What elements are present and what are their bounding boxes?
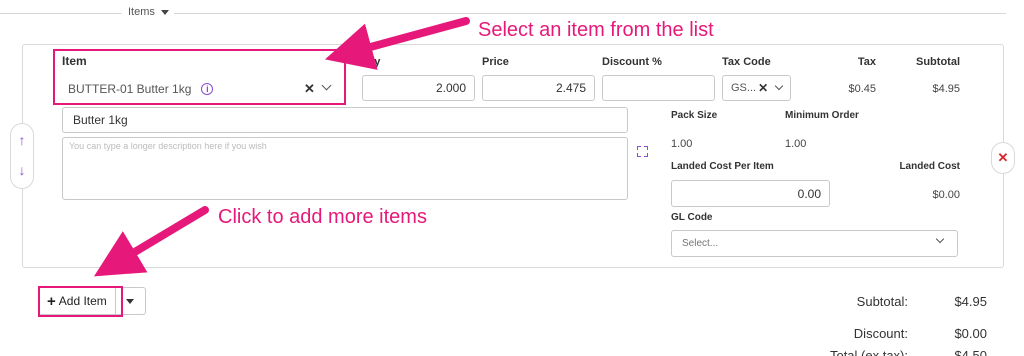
pack-size-value: 1.00 [671, 138, 693, 150]
gl-code-placeholder: Select... [682, 238, 719, 249]
minimum-order-label: Minimum Order [785, 110, 859, 121]
qty-input[interactable]: 2.000 [362, 75, 475, 101]
close-icon: ✕ [997, 150, 1009, 165]
section-divider-left [0, 13, 122, 14]
expand-icon[interactable] [637, 146, 648, 157]
subtotal-value: $4.95 [932, 83, 960, 95]
caret-down-icon [160, 9, 169, 15]
arrow-down-icon[interactable]: ↓ [11, 162, 33, 178]
landed-cost-per-item-input[interactable]: 0.00 [671, 180, 830, 207]
tax-code-column-label: Tax Code [722, 56, 771, 68]
landed-cost-value: $0.00 [932, 189, 960, 201]
chevron-down-icon[interactable] [935, 234, 945, 244]
add-item-highlight-box [38, 286, 123, 317]
totals-total-label: Total (ex tax): [829, 348, 908, 356]
subtotal-column-label: Subtotal [916, 56, 960, 68]
totals-total-value: $4.50 [954, 348, 987, 356]
totals-discount-label: Discount: [853, 326, 908, 341]
totals-subtotal-label: Subtotal: [856, 294, 908, 309]
caret-down-icon [126, 298, 135, 304]
section-divider-right [174, 13, 1006, 14]
minimum-order-value: 1.00 [785, 138, 807, 150]
landed-cost-label: Landed Cost [899, 161, 960, 172]
chevron-down-icon[interactable] [774, 81, 784, 91]
remove-line-button[interactable]: ✕ [991, 142, 1015, 174]
reorder-buttons: ↑ ↓ [10, 123, 34, 189]
qty-column-label: Qty [362, 56, 381, 68]
item-highlight-box [53, 49, 346, 105]
tax-column-label: Tax [857, 56, 876, 68]
pack-size-label: Pack Size [671, 110, 718, 121]
tax-value: $0.45 [848, 83, 876, 95]
price-input[interactable]: 2.475 [482, 75, 595, 101]
price-column-label: Price [482, 56, 509, 68]
tax-code-select[interactable]: GS... ✕ [722, 75, 791, 101]
totals-discount-value: $0.00 [954, 326, 987, 341]
description-input[interactable]: Butter 1kg [62, 107, 628, 133]
discount-column-label: Discount % [602, 56, 662, 68]
gl-code-select[interactable]: Select... [671, 230, 958, 257]
clear-tax-code-icon[interactable]: ✕ [758, 81, 768, 95]
items-section-toggle[interactable]: Items [128, 6, 169, 18]
section-title: Items [128, 6, 155, 18]
totals-subtotal-value: $4.95 [954, 294, 987, 309]
gl-code-label: GL Code [671, 212, 713, 223]
arrow-up-icon[interactable]: ↑ [11, 132, 33, 148]
select-item-annotation: Select an item from the list [478, 19, 714, 41]
discount-input[interactable] [602, 75, 715, 101]
long-description-textarea[interactable]: You can type a longer description here i… [62, 137, 628, 200]
landed-cost-per-item-label: Landed Cost Per Item [671, 161, 774, 172]
add-items-annotation: Click to add more items [218, 206, 427, 228]
tax-code-value: GS... [731, 82, 757, 94]
